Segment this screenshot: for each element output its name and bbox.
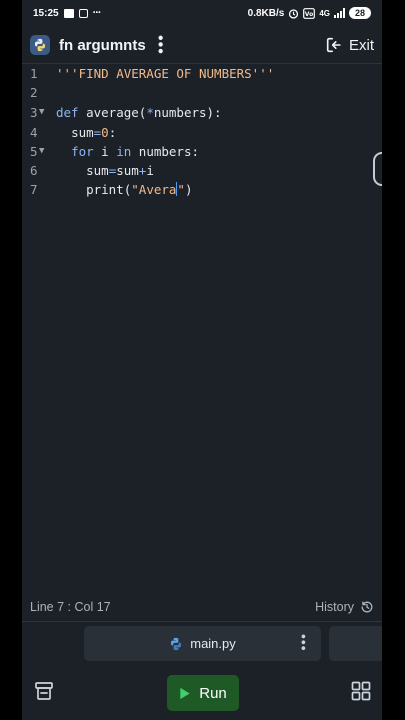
operator-star: * — [146, 105, 154, 120]
exit-label: Exit — [348, 36, 374, 54]
function-call: print( — [86, 182, 132, 197]
parameter-list: numbers): — [153, 105, 222, 120]
exit-button[interactable]: Exit — [325, 36, 374, 54]
battery-indicator: 28 — [349, 7, 371, 19]
network-type: 4G — [319, 8, 330, 18]
scroll-handle[interactable] — [373, 152, 382, 186]
status-time: 15:25 — [33, 7, 59, 19]
line-number: 2 — [30, 85, 38, 100]
keyword-def: def — [56, 105, 79, 120]
keyword-in: in — [116, 144, 132, 159]
files-button[interactable] — [31, 678, 57, 704]
title-menu-icon[interactable]: ••• — [152, 35, 169, 55]
alarm-icon — [289, 8, 299, 19]
video-camera-icon — [63, 8, 74, 18]
app-frame: 15:25 ··· 0.8KB/s Vo 4G 28 fn argumnts •… — [22, 0, 382, 720]
run-label: Run — [199, 684, 227, 702]
python-file-icon — [171, 637, 182, 650]
code-line[interactable]: 6 sum=sum+i — [22, 161, 382, 180]
grid-icon — [351, 681, 371, 701]
punctuation: ) — [184, 182, 193, 197]
file-title[interactable]: fn argumnts — [59, 37, 146, 54]
apps-grid-button[interactable] — [348, 678, 374, 704]
bottom-toolbar: Run — [22, 666, 382, 720]
identifier: sum — [71, 125, 94, 140]
more-notifications-icon: ··· — [92, 7, 102, 19]
code-line[interactable]: 1 '''FIND AVERAGE OF NUMBERS''' — [22, 64, 382, 83]
function-name: average( — [78, 105, 147, 120]
volte-icon: Vo — [303, 7, 316, 19]
identifier: sum — [86, 163, 109, 178]
tab-next[interactable] — [329, 626, 382, 661]
number-literal: 0 — [101, 125, 109, 140]
cursor-position: Line 7 : Col 17 — [30, 600, 111, 614]
file-tabs: main.py ••• — [22, 622, 382, 666]
history-label: History — [315, 600, 354, 614]
identifier: i — [146, 163, 154, 178]
code-line[interactable]: 5 ▼ for i in numbers: — [22, 142, 382, 161]
line-number: 7 — [30, 182, 38, 197]
signal-icon — [334, 8, 345, 18]
play-icon — [180, 687, 190, 699]
code-line[interactable]: 4 sum=0: — [22, 123, 382, 142]
info-bar: Line 7 : Col 17 History — [22, 593, 382, 621]
exit-icon — [326, 37, 341, 53]
code-line[interactable]: 7 print("Avera") — [22, 180, 382, 199]
history-icon — [361, 601, 373, 613]
line-number: 4 — [30, 125, 38, 140]
line-number: 1 — [30, 66, 38, 81]
identifier: i — [93, 144, 117, 159]
svg-text:Vo: Vo — [305, 11, 313, 18]
line-number: 6 — [30, 163, 38, 178]
history-button[interactable]: History — [315, 600, 374, 614]
fold-arrow-icon[interactable]: ▼ — [39, 103, 44, 122]
identifier: numbers: — [131, 144, 200, 159]
keyword-for: for — [71, 144, 94, 159]
editor-header: fn argumnts ••• Exit — [22, 28, 382, 62]
status-bar: 15:25 ··· 0.8KB/s Vo 4G 28 — [22, 0, 382, 26]
code-line[interactable]: 3 ▼ def average(*numbers): — [22, 103, 382, 122]
punctuation: : — [108, 125, 117, 140]
docstring: '''FIND AVERAGE OF NUMBERS''' — [56, 66, 275, 81]
identifier: sum — [116, 163, 139, 178]
files-drawer-icon — [35, 682, 53, 700]
python-logo-icon — [30, 35, 50, 55]
run-button[interactable]: Run — [167, 675, 239, 711]
notification-icon — [78, 8, 88, 18]
fold-arrow-icon[interactable]: ▼ — [39, 142, 44, 161]
string-literal: "Avera — [131, 182, 177, 197]
tab-label: main.py — [190, 636, 236, 651]
code-line[interactable]: 2 — [22, 83, 382, 102]
string-quote: " — [177, 182, 185, 197]
code-editor[interactable]: 1 '''FIND AVERAGE OF NUMBERS''' 2 3 ▼ de… — [22, 64, 382, 592]
network-speed: 0.8KB/s — [247, 7, 285, 19]
tab-main-py[interactable]: main.py ••• — [84, 626, 321, 661]
tab-menu-icon[interactable]: ••• — [296, 634, 312, 652]
